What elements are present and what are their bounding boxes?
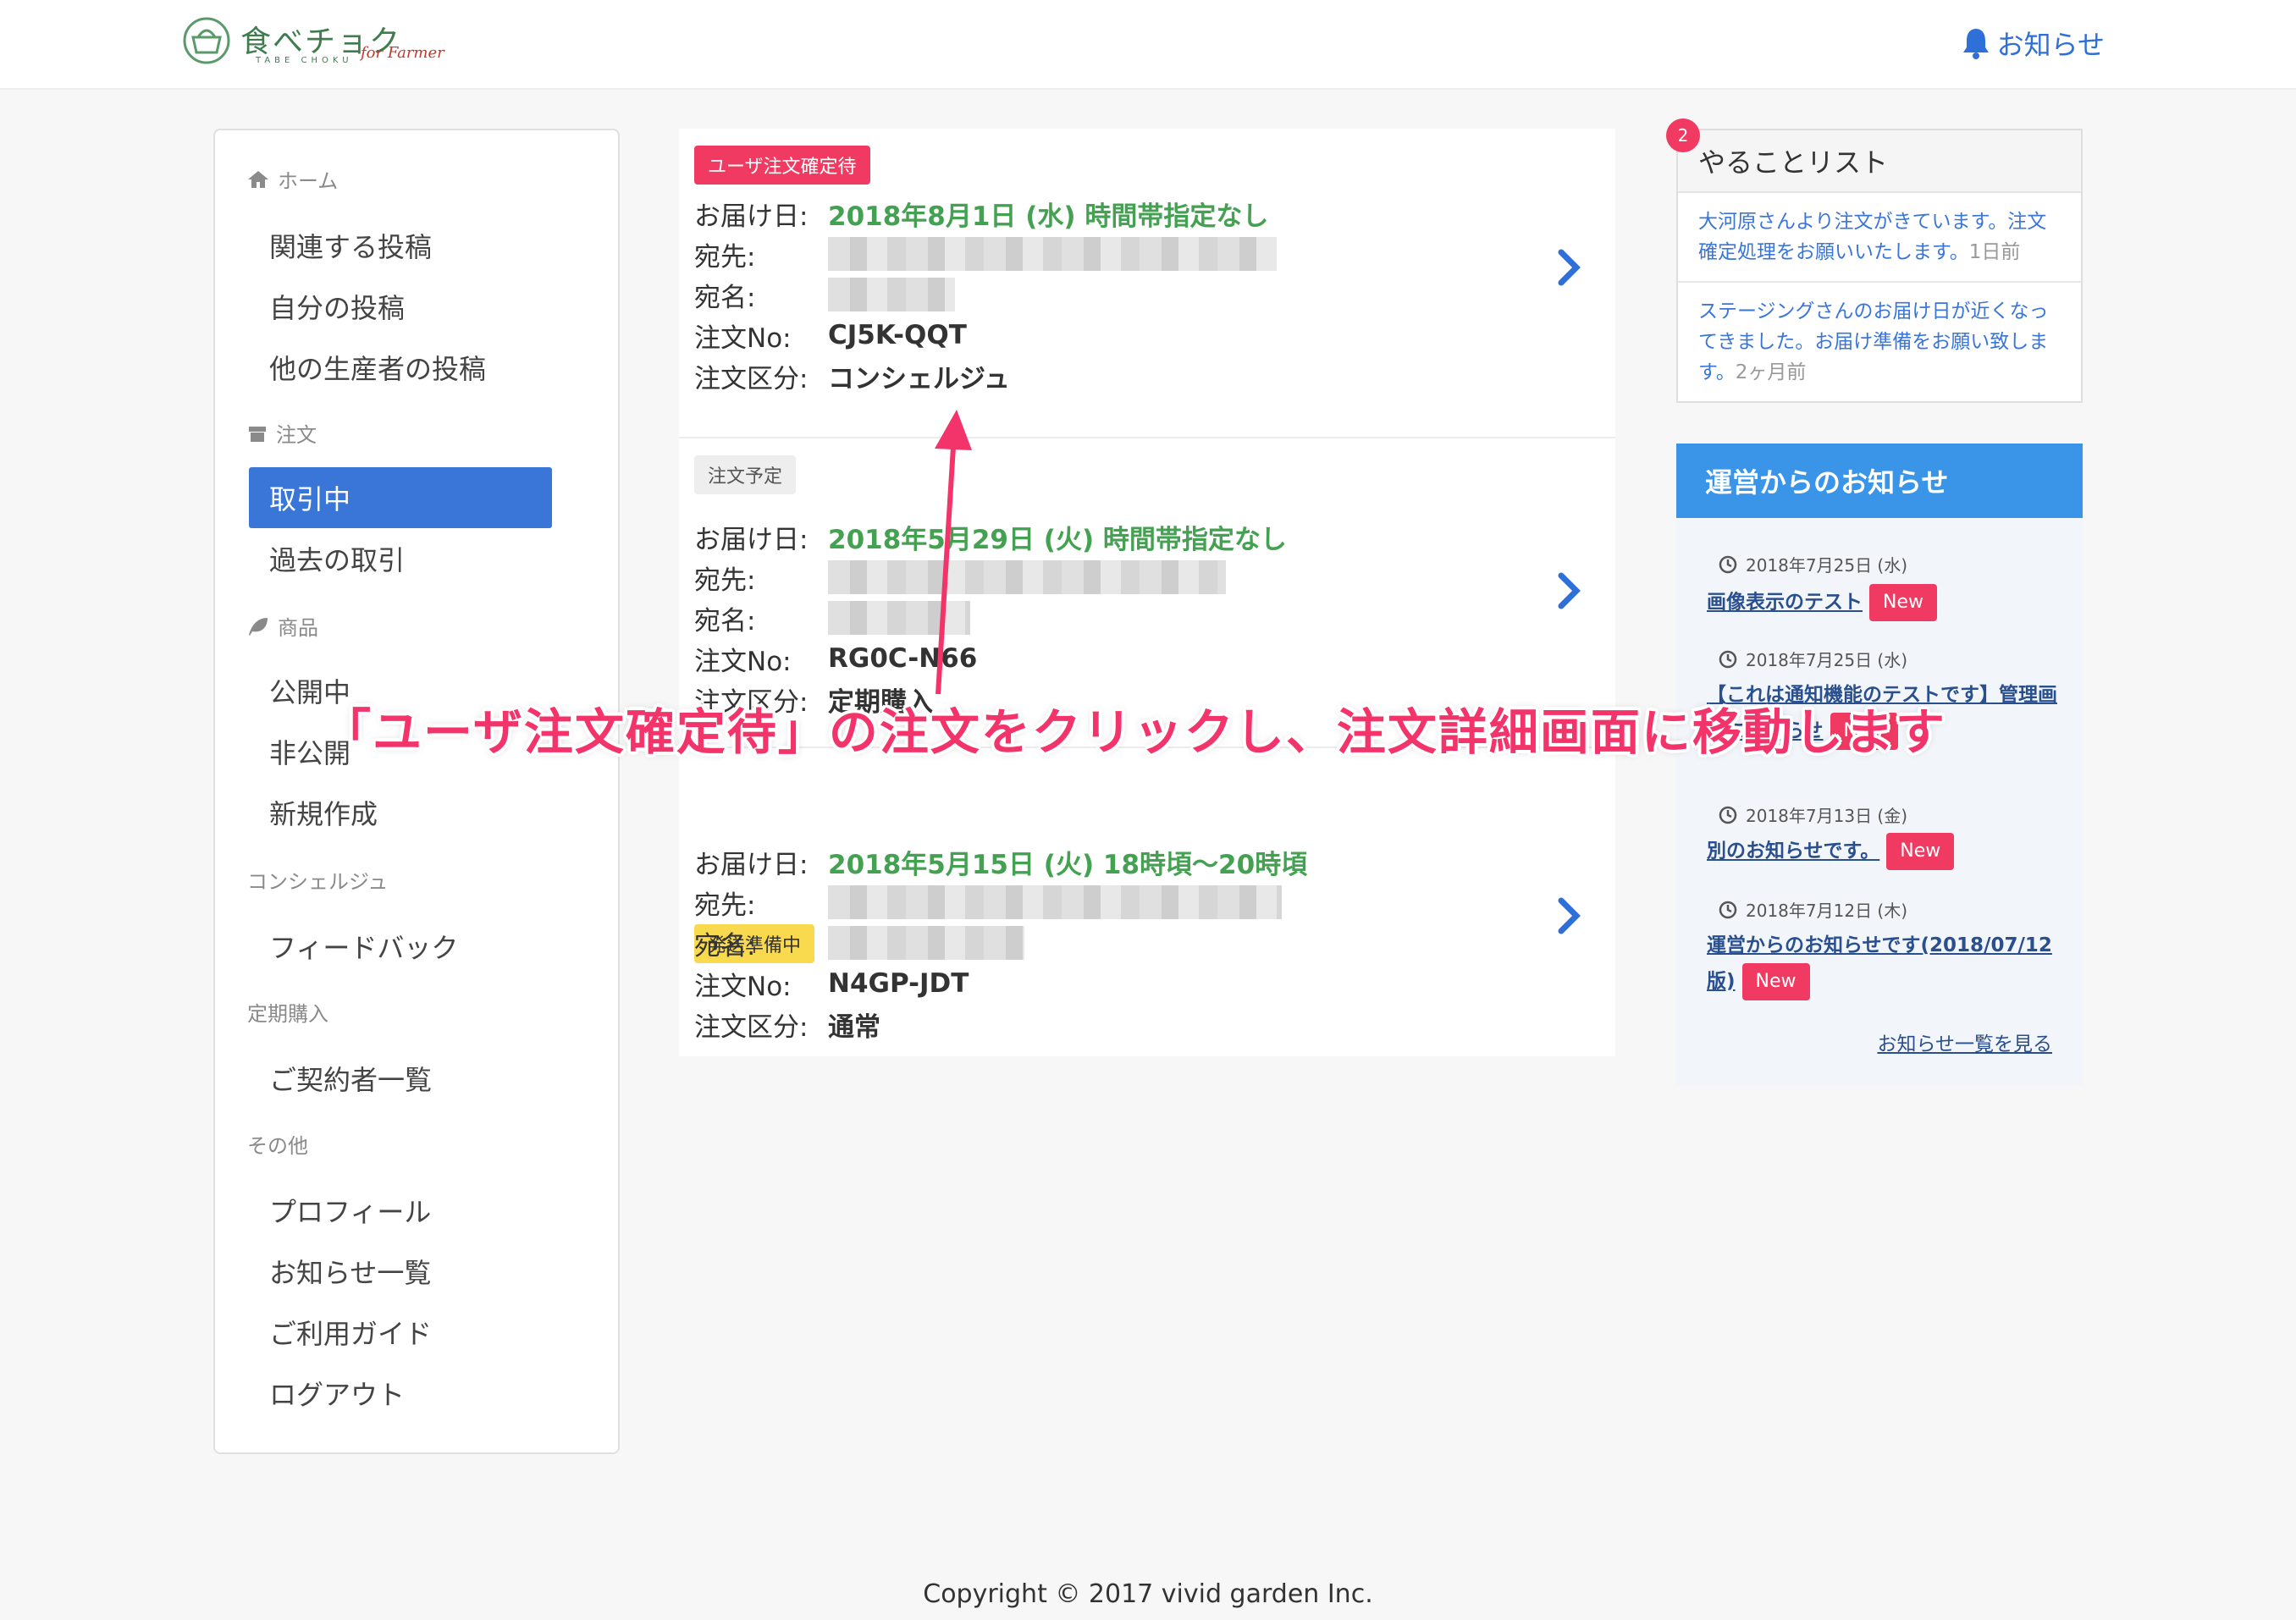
address-redacted — [828, 885, 1282, 919]
sidebar-item-notice-list[interactable]: お知らせ一覧 — [249, 1241, 552, 1302]
name-redacted — [828, 601, 970, 635]
sidebar: ホーム 関連する投稿 自分の投稿 他の生産者の投稿 注文 取引中 過去の取引 商… — [213, 129, 620, 1454]
delivery-date: 2018年5月29日 (火) 時間帯指定なし — [828, 524, 1287, 555]
delivery-label: お届け日: — [694, 201, 809, 232]
news-date: 2018年7月12日 (木) — [1746, 901, 1908, 921]
clock-icon — [1719, 806, 1737, 824]
tabechoku-logo[interactable]: 食べチョク TABE CHOKU for Farmer — [181, 12, 444, 73]
order-no-label: 注文No: — [694, 322, 792, 354]
name-redacted — [828, 278, 955, 311]
top-header: 食べチョク TABE CHOKU for Farmer お知らせ — [0, 0, 2296, 90]
news-date: 2018年7月25日 (水) — [1746, 650, 1908, 670]
notifications-label: お知らせ — [1996, 29, 2105, 61]
box-icon — [249, 426, 266, 442]
news-list-link[interactable]: お知らせ一覧を見る — [1877, 1028, 2052, 1056]
clock-icon — [1719, 901, 1737, 918]
name-label: 宛名: — [694, 930, 756, 962]
news-link[interactable]: 別のお知らせです。 — [1707, 840, 1879, 862]
address-label: 宛先: — [694, 565, 756, 596]
todo-count-badge: 2 — [1666, 118, 1700, 152]
clock-icon — [1719, 650, 1737, 668]
address-label: 宛先: — [694, 890, 756, 921]
chevron-right-icon[interactable] — [1554, 570, 1585, 611]
todo-list-title: やることリスト — [1678, 130, 2081, 193]
home-icon — [248, 170, 268, 188]
order-card[interactable]: ユーザ注文確定待 お届け日: 2018年8月1日 (水) 時間帯指定なし 宛先: … — [679, 129, 1615, 438]
sidebar-section-other: その他 — [247, 1134, 308, 1158]
news-link[interactable]: 画像表示のテスト — [1707, 592, 1863, 614]
leaf-icon — [249, 617, 268, 636]
new-badge: New — [1741, 963, 1810, 1000]
sidebar-item-logout[interactable]: ログアウト — [249, 1363, 552, 1424]
divider — [1678, 281, 2081, 283]
sidebar-item-in-progress[interactable]: 取引中 — [249, 467, 552, 528]
address-label: 宛先: — [694, 241, 756, 273]
copyright: Copyright © 2017 vivid garden Inc. — [923, 1579, 1373, 1609]
sidebar-item-other-producers-posts[interactable]: 他の生産者の投稿 — [249, 337, 552, 398]
sidebar-section-products: 商品 — [247, 611, 318, 641]
status-badge: 注文予定 — [694, 455, 797, 494]
news-date: 2018年7月25日 (水) — [1746, 555, 1908, 576]
sidebar-item-user-guide[interactable]: ご利用ガイド — [249, 1302, 552, 1363]
new-badge: New — [1886, 833, 1955, 870]
sidebar-item-subscribers[interactable]: ご契約者一覧 — [249, 1048, 552, 1109]
annotation-caption: 「ユーザ注文確定待」の注文をクリックし、注文詳細画面に移動します — [322, 703, 1946, 761]
news-date: 2018年7月13日 (金) — [1746, 806, 1908, 826]
sidebar-section-subscription: 定期購入 — [247, 1002, 328, 1026]
order-type: コンシェルジュ — [828, 363, 1010, 394]
sidebar-item-feedback[interactable]: フィードバック — [249, 916, 552, 977]
logo-subtext: TABE CHOKU — [256, 56, 353, 65]
logo-basket-icon — [183, 17, 230, 64]
todo-time-ago: 2ヶ月前 — [1735, 361, 1807, 383]
order-type-label: 注文区分: — [694, 1011, 809, 1043]
news-panel: 運営からのお知らせ 2018年7月25日 (水) 画像表示のテスト New 201… — [1676, 444, 2083, 1085]
sidebar-item-past-orders[interactable]: 過去の取引 — [249, 528, 552, 589]
order-no-label: 注文No: — [694, 971, 792, 1002]
order-list: ユーザ注文確定待 お届け日: 2018年8月1日 (水) 時間帯指定なし 宛先: … — [679, 129, 1615, 1056]
name-label: 宛名: — [694, 605, 756, 636]
address-redacted — [828, 237, 1277, 271]
delivery-label: お届け日: — [694, 524, 809, 555]
todo-time-ago: 1日前 — [1968, 241, 2021, 263]
order-type-label: 注文区分: — [694, 363, 809, 394]
notifications-link[interactable]: お知らせ — [1962, 24, 2105, 63]
order-card[interactable]: 発送準備中 お届け日: 2018年5月15日 (火) 18時頃〜20時頃 宛先: … — [679, 748, 1615, 1058]
todo-item[interactable]: 大河原さんより注文がきています。注文確定処理をお願いいたします。1日前 — [1698, 207, 2062, 267]
order-type: 通常 — [828, 1011, 880, 1043]
sidebar-section-home: ホーム — [247, 164, 338, 194]
chevron-right-icon[interactable] — [1554, 895, 1585, 936]
new-badge: New — [1869, 584, 1937, 621]
order-no-label: 注文No: — [694, 646, 792, 677]
name-label: 宛名: — [694, 282, 756, 313]
clock-icon — [1719, 555, 1737, 573]
todo-item[interactable]: ステージングさんのお届け日が近くなってきました。お届け準備をお願い致します。2ヶ… — [1698, 296, 2062, 388]
delivery-label: お届け日: — [694, 849, 809, 880]
sidebar-item-my-posts[interactable]: 自分の投稿 — [249, 276, 552, 337]
address-redacted — [828, 560, 1226, 594]
news-title: 運営からのお知らせ — [1676, 444, 2083, 518]
order-no: N4GP-JDT — [828, 968, 969, 999]
status-badge: ユーザ注文確定待 — [694, 146, 870, 185]
order-no: CJ5K-QQT — [828, 320, 967, 350]
delivery-date: 2018年8月1日 (水) 時間帯指定なし — [828, 201, 1269, 232]
delivery-date: 2018年5月15日 (火) 18時頃〜20時頃 — [828, 849, 1308, 880]
order-no: RG0C-N66 — [828, 643, 978, 674]
logo-farmer-text: for Farmer — [361, 44, 444, 62]
sidebar-section-concierge: コンシェルジュ — [247, 870, 389, 894]
todo-list-panel: 2 やることリスト 大河原さんより注文がきています。注文確定処理をお願いいたしま… — [1666, 118, 2083, 403]
name-redacted — [828, 926, 1024, 960]
sidebar-item-related-posts[interactable]: 関連する投稿 — [249, 215, 552, 276]
sidebar-item-profile[interactable]: プロフィール — [249, 1180, 552, 1241]
sidebar-section-orders: 注文 — [247, 418, 317, 448]
chevron-right-icon[interactable] — [1554, 247, 1585, 288]
sidebar-item-new-product[interactable]: 新規作成 — [249, 782, 552, 843]
bell-icon — [1962, 29, 1989, 59]
